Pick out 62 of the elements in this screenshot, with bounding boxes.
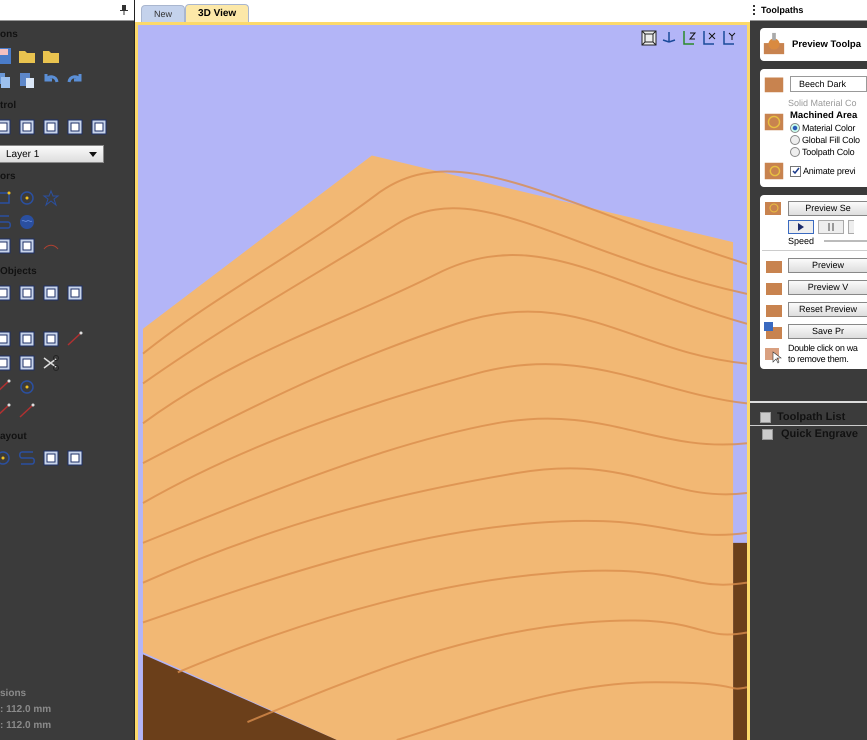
frame-icon[interactable] xyxy=(66,118,84,136)
pin-icon[interactable] xyxy=(120,5,128,15)
checkbox[interactable] xyxy=(762,428,773,440)
preview-action-button[interactable]: Reset Preview xyxy=(788,302,867,316)
frame-icon[interactable] xyxy=(42,449,60,467)
zoom-extents-icon[interactable] xyxy=(641,30,657,46)
circle-icon[interactable] xyxy=(18,378,36,396)
line-icon[interactable] xyxy=(66,330,84,348)
speed-label: Speed xyxy=(788,236,814,246)
ball-tool-icon xyxy=(762,32,786,56)
preview-action-button[interactable]: Preview xyxy=(788,258,867,272)
radio-label: Global Fill Colo xyxy=(802,135,860,145)
frame-icon[interactable] xyxy=(66,284,84,302)
frame-icon[interactable] xyxy=(18,118,36,136)
hint-text: Double click on wa to remove them. xyxy=(788,343,858,365)
material-dropdown[interactable]: Beech Dark xyxy=(790,76,867,92)
caret-icon xyxy=(89,152,97,156)
radio-label: Material Color xyxy=(802,123,856,133)
panel-heading: Preview Toolpa xyxy=(792,38,861,50)
check-icon xyxy=(792,167,800,175)
star-icon[interactable] xyxy=(42,189,60,207)
frame-icon[interactable] xyxy=(66,449,84,467)
frame-icon[interactable] xyxy=(18,330,36,348)
play-icon xyxy=(798,223,804,231)
section-heading: Machined Area xyxy=(790,110,858,121)
play-button[interactable] xyxy=(788,220,814,234)
axes-icon[interactable] xyxy=(721,30,737,46)
radio-button[interactable] xyxy=(790,135,800,145)
checkbox-label: Animate previ xyxy=(803,166,856,176)
floppy-disk-icon xyxy=(762,321,784,341)
dimensions-title: sions xyxy=(0,687,28,701)
line-icon[interactable] xyxy=(18,402,36,420)
material-hint: Solid Material Co xyxy=(788,98,857,108)
pause-icon xyxy=(828,223,834,231)
axes-icon[interactable] xyxy=(681,30,697,46)
frame-icon[interactable] xyxy=(18,284,36,302)
checkbox[interactable] xyxy=(760,412,771,422)
frame-icon[interactable] xyxy=(42,118,60,136)
circle-icon[interactable] xyxy=(18,189,36,207)
dimension-value: : 112.0 mm xyxy=(0,719,52,733)
scissors-icon[interactable] xyxy=(42,354,60,372)
preview-action-button[interactable]: Preview V xyxy=(788,280,867,294)
frame-icon[interactable] xyxy=(90,118,108,136)
view-tab[interactable]: New xyxy=(141,5,186,22)
grip-icon[interactable] xyxy=(753,5,756,15)
frame-icon[interactable] xyxy=(42,330,60,348)
3d-viewport[interactable] xyxy=(135,22,750,740)
preview-selected-button[interactable]: Preview Se xyxy=(788,200,867,216)
view-tab[interactable]: 3D View xyxy=(185,4,250,22)
paste-icon[interactable] xyxy=(18,71,36,89)
axes-icon[interactable] xyxy=(701,30,717,46)
dimension-value: : 112.0 mm xyxy=(0,703,52,717)
panel-title: Toolpaths xyxy=(761,5,804,15)
radio-button[interactable] xyxy=(790,123,800,133)
frame-icon[interactable] xyxy=(42,284,60,302)
preview-action-button[interactable]: Save Pr xyxy=(788,324,867,338)
layer-dropdown[interactable]: Layer 1 xyxy=(0,145,104,163)
frame-icon[interactable] xyxy=(18,354,36,372)
radio-button[interactable] xyxy=(790,147,800,157)
frame-icon[interactable] xyxy=(18,237,36,255)
checkbox[interactable] xyxy=(790,166,801,176)
radio-label: Toolpath Colo xyxy=(802,147,854,157)
